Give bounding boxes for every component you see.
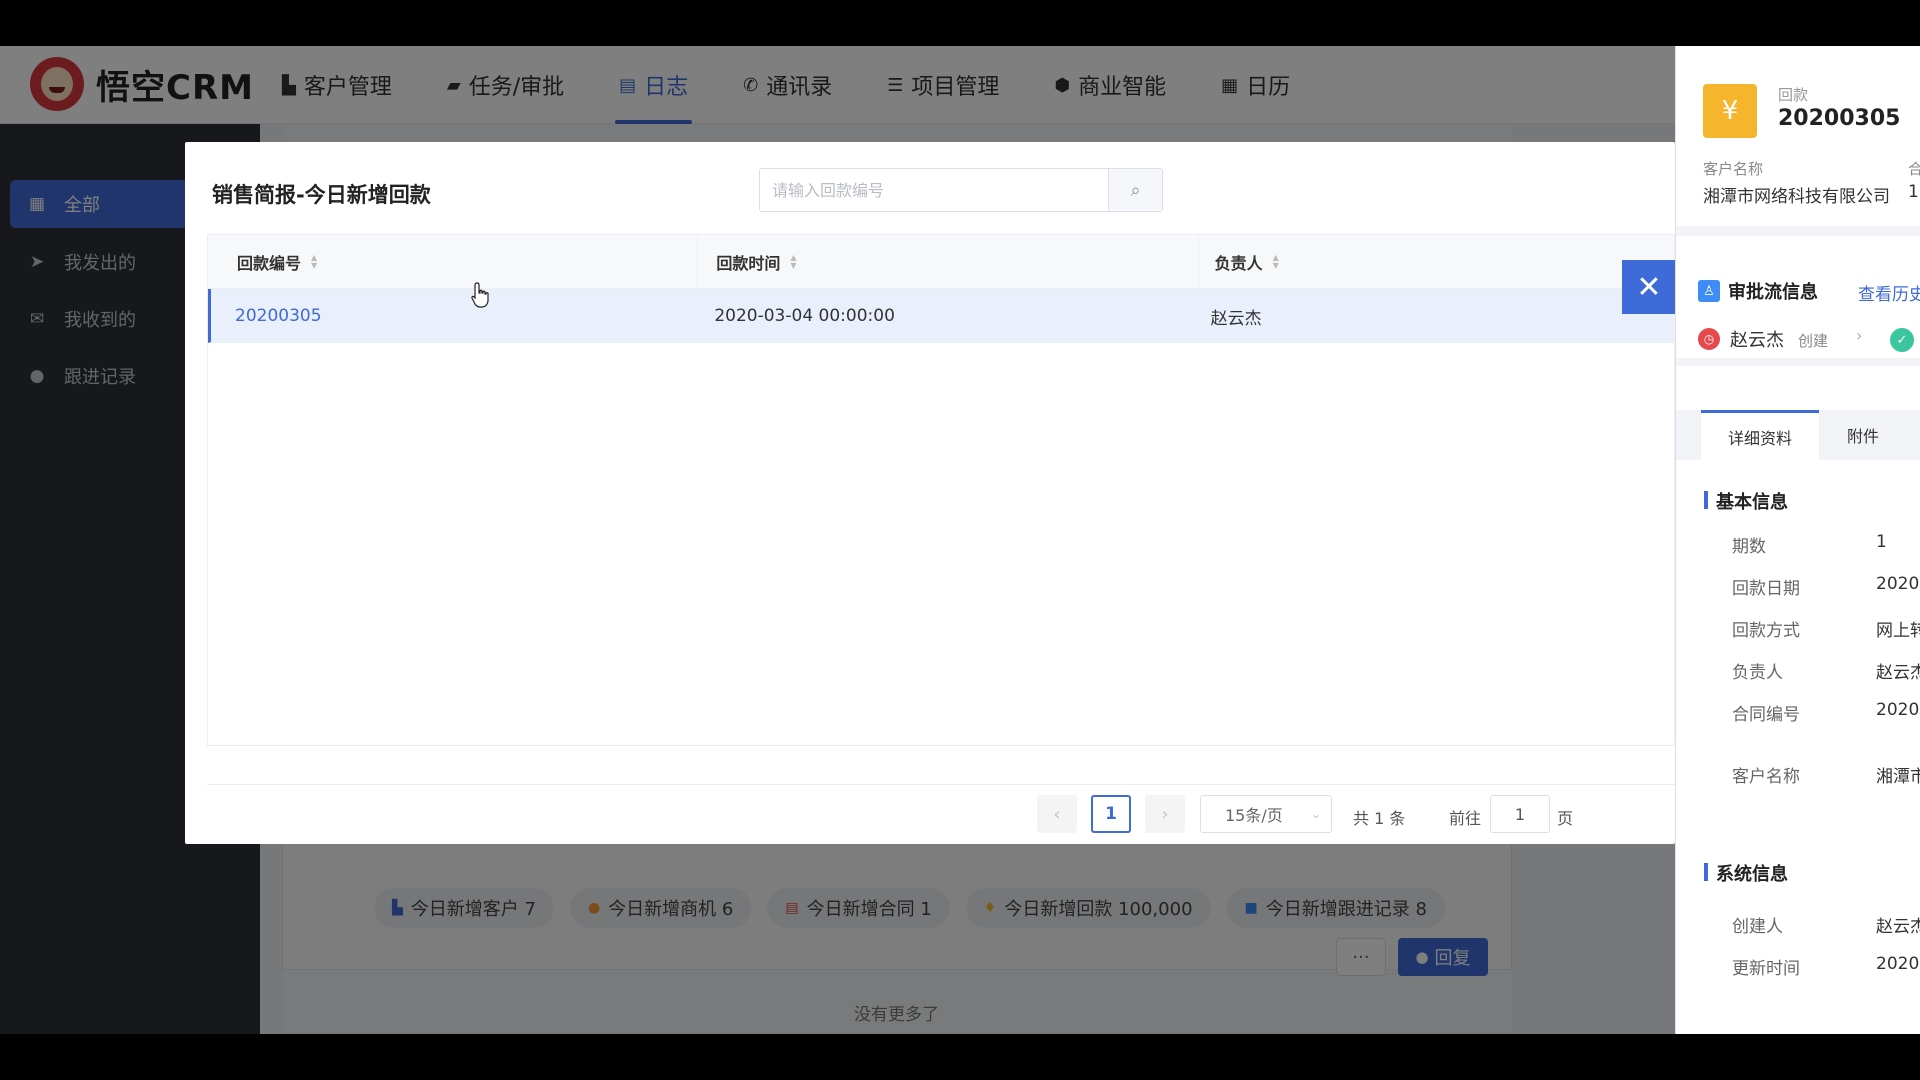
column-label: 回款编号 [237,254,302,273]
field-label: 期数 [1732,537,1766,557]
sort-icon[interactable]: ▲ ▼ [311,254,317,270]
detail-header: ¥ 回款 20200305 客户名称 合 湘潭市网络科技有限公司 1( [1676,46,1920,226]
prev-page-button[interactable]: ‹ [1037,795,1077,833]
field-value: 2020 [1876,954,1920,974]
page-unit: 页 [1557,809,1574,828]
search-button[interactable]: ⌕ [1108,169,1162,211]
app-window: 悟空CRM ▙ 客户管理 ▰ 任务/审批 ▤ 日志 ✆ 通讯录 ☰ 项目管理 [0,46,1920,1034]
goto-page-input[interactable]: 1 [1490,795,1550,833]
record-type: 回款 [1778,86,1809,104]
chevron-right-icon: › [1856,326,1863,345]
field-label: 客户名称 [1732,767,1800,787]
field-value: 湘潭市 [1876,767,1920,787]
section-system-info: 系统信息 [1704,860,1788,886]
page-size-value: 15条/页 [1225,806,1283,825]
payment-detail-panel: ¥ 回款 20200305 客户名称 合 湘潭市网络科技有限公司 1( ♙ 审批… [1675,46,1920,1034]
detail-body: 详细资料 附件 基本信息 期数 1 回款日期 2020 回款方式 网上转 负责人… [1676,366,1920,1034]
approval-person: 赵云杰 [1730,330,1784,351]
payment-number-link[interactable]: 20200305 [211,289,698,343]
field-label: 合同编号 [1732,705,1800,725]
field-value: 1 [1876,532,1887,552]
sort-icon[interactable]: ▲ ▼ [1273,254,1279,270]
goto-label: 前往 [1449,809,1482,828]
column-header-number[interactable]: 回款编号 ▲ ▼ [208,235,699,289]
sort-icon[interactable]: ▲ ▼ [790,254,796,270]
table-row[interactable]: 20200305 2020-03-04 00:00:00 赵云杰 [208,289,1674,343]
approval-flow: ♙ 审批流信息 查看历史 ◷ 赵云杰 创建 › ✓ [1676,236,1920,358]
record-number: 20200305 [1778,106,1901,131]
close-icon: ✕ [1636,269,1662,305]
search-input[interactable] [760,169,1108,211]
approval-title: 审批流信息 [1728,282,1818,303]
page-number-button[interactable]: 1 [1091,795,1131,833]
payment-list-dialog: 销售简报-今日新增回款 ⌕ 回款编号 ▲▼ 回款时间 ▲▼ 负责人 ▲▼ [185,142,1675,844]
field-label: 回款方式 [1732,621,1800,641]
field-value: 2020 [1876,700,1920,720]
payment-time-cell: 2020-03-04 00:00:00 [714,306,895,326]
chevron-left-icon: ‹ [1053,803,1061,825]
column-header-owner[interactable]: 负责人 ▲ ▼ [1199,235,1674,289]
field-value: 赵云杰 [1876,663,1920,683]
total-count: 共 1 条 [1353,809,1406,828]
chevron-right-icon: › [1161,803,1169,825]
view-history-link[interactable]: 查看历史 [1858,280,1920,305]
field-label: 负责人 [1732,663,1783,683]
dialog-title: 销售简报-今日新增回款 [212,183,431,207]
column-label: 负责人 [1214,254,1263,273]
page-size-select[interactable]: 15条/页 ⌄ [1200,795,1332,833]
clock-icon: ◷ [1698,328,1720,350]
contract-label: 合 [1908,158,1920,179]
section-basic-info: 基本信息 [1704,488,1788,514]
chevron-down-icon: ⌄ [1310,807,1321,821]
search-box: ⌕ [759,168,1163,212]
check-icon: ✓ [1890,328,1914,352]
column-label: 回款时间 [716,254,781,273]
table-header: 回款编号 ▲ ▼ 回款时间 ▲ ▼ 负责人 ▲ ▼ [208,235,1674,289]
tab-details[interactable]: 详细资料 [1701,410,1819,460]
next-page-button[interactable]: › [1145,795,1185,833]
pagination: ‹ 1 › 15条/页 ⌄ 共 1 条 前往 1 页 [207,784,1675,844]
money-bag-icon: ¥ [1703,84,1757,138]
contract-value: 1( [1908,182,1920,202]
close-detail-button[interactable]: ✕ [1622,260,1676,314]
field-value: 网上转 [1876,621,1920,641]
field-label: 回款日期 [1732,579,1800,599]
approval-action: 创建 [1798,332,1829,350]
detail-tabs: 详细资料 附件 [1676,410,1920,460]
owner-cell: 赵云杰 [1210,308,1262,329]
hand-cursor-icon [471,282,489,308]
field-value: 赵云杰 [1876,917,1920,937]
tab-attachments[interactable]: 附件 [1819,410,1907,460]
customer-label: 客户名称 [1703,160,1764,178]
search-icon: ⌕ [1130,179,1141,201]
payment-table: 回款编号 ▲ ▼ 回款时间 ▲ ▼ 负责人 ▲ ▼ 20200305 2020-03-… [207,234,1675,746]
column-header-time[interactable]: 回款时间 ▲ ▼ [698,235,1199,289]
field-label: 更新时间 [1732,959,1800,979]
user-icon: ♙ [1698,280,1720,302]
field-label: 创建人 [1732,917,1783,937]
field-value: 2020 [1876,574,1920,594]
customer-value: 湘潭市网络科技有限公司 [1703,187,1890,207]
